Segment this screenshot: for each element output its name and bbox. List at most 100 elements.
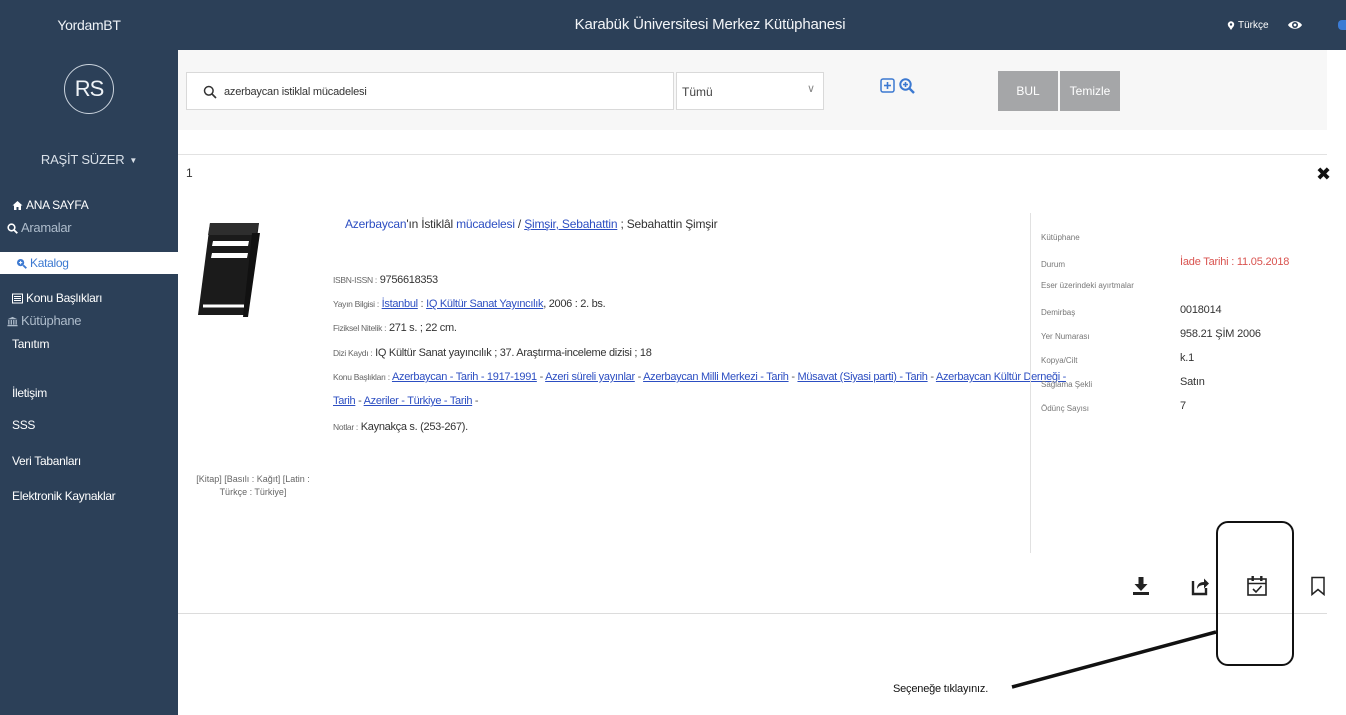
home-icon xyxy=(12,200,23,210)
holding-value: 958.21 ŞİM 2006 xyxy=(1180,328,1261,340)
holding-label: Durum xyxy=(1041,260,1066,269)
download-icon[interactable] xyxy=(1131,576,1151,596)
avatar[interactable]: RS xyxy=(64,64,114,114)
holdings-panel: Kütüphane Durum İade Tarihi : 11.05.2018 … xyxy=(1030,213,1330,553)
library-icon xyxy=(7,316,18,326)
holding-label: Demirbaş xyxy=(1041,308,1076,317)
holding-label: Kütüphane xyxy=(1041,233,1080,242)
subjects-field-cont: Tarih - Azeriler - Türkiye - Tarih - xyxy=(333,395,479,407)
subjects-field: Konu Başlıkları : Azerbaycan - Tarih - 1… xyxy=(333,371,1066,383)
title-suffix: ; Sebahattin Şimşir xyxy=(617,217,718,231)
subject-link[interactable]: Azeri süreli yayınlar xyxy=(545,371,635,383)
author-link[interactable]: Şimşir, Sebahattin xyxy=(524,217,617,231)
material-line-2: Türkçe : Türkiye] xyxy=(219,487,287,497)
title-link-mucadelesi[interactable]: mücadelesi xyxy=(456,217,515,231)
nav-searches-label: Aramalar xyxy=(21,220,72,235)
nav-catalog-label: Katalog xyxy=(30,256,69,270)
result-count: 1 xyxy=(186,166,193,180)
highlight-callout xyxy=(1216,521,1294,666)
nav-databases-label: Veri Tabanları xyxy=(12,454,81,468)
notes-value: Kaynakça s. (253-267). xyxy=(360,421,468,433)
holding-status: İade Tarihi : 11.05.2018 xyxy=(1180,256,1290,268)
eye-icon[interactable] xyxy=(1287,17,1303,33)
holding-label: Kopya/Cilt xyxy=(1041,356,1078,365)
nav-home[interactable]: ANA SAYFA xyxy=(0,194,178,216)
holding-label: Sağlama Şekli xyxy=(1041,380,1093,389)
isbn-field: ISBN-ISSN : 9756618353 xyxy=(333,274,438,286)
material-line-1: [Kitap] [Basılı : Kağıt] [Latin : xyxy=(196,474,310,484)
chevron-down-icon: ∨ xyxy=(806,83,815,95)
close-icon[interactable]: ✖ xyxy=(1316,165,1331,183)
language-selector[interactable]: Türkçe xyxy=(1227,17,1269,33)
page: YordamBT Karabük Üniversitesi Merkez Küt… xyxy=(0,0,1346,715)
main-content: azerbaycan istiklal mücadelesi Tümü ∨ BU… xyxy=(178,50,1346,715)
result-card: 1 ✖ [Kitap] [Basılı : Kağıt] [Latin : Tü… xyxy=(178,154,1331,614)
nav-faq[interactable]: SSS xyxy=(0,414,178,436)
nav-faq-label: SSS xyxy=(12,418,36,432)
holding-label: Eser üzerindeki ayırtmalar xyxy=(1041,281,1134,290)
subject-link[interactable]: Azerbaycan - Tarih - 1917-1991 xyxy=(392,371,537,383)
title-link-azerbaycan[interactable]: Azerbaycan xyxy=(345,217,407,231)
nav-eresources[interactable]: Elektronik Kaynaklar xyxy=(0,485,178,507)
caret-down-icon: ▼ xyxy=(129,156,138,165)
nav-subjects[interactable]: Konu Başlıkları xyxy=(0,287,178,309)
subject-link[interactable]: Tarih xyxy=(333,395,356,407)
subjects-label: Konu Başlıkları : xyxy=(333,372,390,382)
record-title: Azerbaycan'ın İstiklâl mücadelesi / Şimş… xyxy=(345,217,718,231)
nav-library[interactable]: Kütüphane xyxy=(0,310,178,332)
nav-subjects-label: Konu Başlıkları xyxy=(26,291,103,305)
book-icon xyxy=(198,223,260,317)
nav-intro-label: Tanıtım xyxy=(12,337,50,351)
find-button[interactable]: BUL xyxy=(998,71,1058,111)
holding-value: 0018014 xyxy=(1180,304,1222,316)
clear-button[interactable]: Temizle xyxy=(1060,71,1120,111)
advanced-search-icon[interactable] xyxy=(899,78,915,94)
title-slash: / xyxy=(514,217,525,231)
search-query: azerbaycan istiklal mücadelesi xyxy=(224,86,367,98)
user-menu[interactable]: RAŞİT SÜZER ▼ xyxy=(0,152,178,167)
search-input[interactable]: azerbaycan istiklal mücadelesi xyxy=(186,72,674,110)
add-criteria-icon[interactable] xyxy=(880,78,895,93)
nav-catalog[interactable]: Katalog xyxy=(0,252,178,274)
search-scope-select[interactable]: Tümü ∨ xyxy=(676,72,824,110)
publisher-link[interactable]: IQ Kültür Sanat Yayıncılık xyxy=(426,298,543,310)
notes-label: Notlar : xyxy=(333,422,358,432)
pointer-arrow xyxy=(1011,630,1217,689)
nav-eresources-label: Elektronik Kaynaklar xyxy=(12,489,116,503)
publication-rest: , 2006 : 2. bs. xyxy=(543,298,606,310)
subject-link[interactable]: Müsavat (Siyasi parti) - Tarih xyxy=(797,371,927,383)
nav-searches[interactable]: Aramalar xyxy=(0,217,178,239)
holding-value: Satın xyxy=(1180,376,1205,388)
location-pin-icon xyxy=(1227,20,1235,30)
isbn-label: ISBN-ISSN : xyxy=(333,275,377,285)
bookmark-icon[interactable] xyxy=(1308,576,1328,596)
physical-label: Fiziksel Nitelik : xyxy=(333,323,387,333)
subject-link[interactable]: Azerbaycan Milli Merkezi - Tarih xyxy=(643,371,789,383)
advanced-search-tools xyxy=(880,78,924,98)
share-icon[interactable] xyxy=(1190,576,1210,596)
nav-contact[interactable]: İletişim xyxy=(0,382,178,404)
pub-place-link[interactable]: İstanbul xyxy=(382,298,418,310)
series-value: IQ Kültür Sanat yayıncılık ; 37. Araştır… xyxy=(375,347,652,359)
material-type: [Kitap] [Basılı : Kağıt] [Latin : Türkçe… xyxy=(188,473,318,499)
series-label: Dizi Kaydı : xyxy=(333,348,373,358)
zoom-icon xyxy=(17,258,27,269)
publication-field: Yayın Bilgisi : İstanbul : IQ Kültür San… xyxy=(333,298,606,310)
sidebar: RS RAŞİT SÜZER ▼ ANA SAYFA Aramalar Katal… xyxy=(0,50,178,715)
edge-indicator xyxy=(1338,20,1346,30)
user-name: RAŞİT SÜZER xyxy=(40,152,125,167)
holding-label: Yer Numarası xyxy=(1041,332,1090,341)
title-text: 'ın İstiklâl xyxy=(406,217,457,231)
nav-intro[interactable]: Tanıtım xyxy=(0,333,178,355)
language-label: Türkçe xyxy=(1238,19,1269,31)
nav-home-label: ANA SAYFA xyxy=(26,198,89,212)
notes-field: Notlar : Kaynakça s. (253-267). xyxy=(333,421,468,433)
nav-contact-label: İletişim xyxy=(12,386,47,400)
list-icon xyxy=(12,293,23,303)
subject-link[interactable]: Azeriler - Türkiye - Tarih xyxy=(364,395,473,407)
brand-name[interactable]: YordamBT xyxy=(0,0,178,50)
search-icon xyxy=(203,85,217,99)
top-bar: YordamBT Karabük Üniversitesi Merkez Küt… xyxy=(0,0,1346,50)
physical-field: Fiziksel Nitelik : 271 s. ; 22 cm. xyxy=(333,322,457,334)
nav-databases[interactable]: Veri Tabanları xyxy=(0,450,178,472)
